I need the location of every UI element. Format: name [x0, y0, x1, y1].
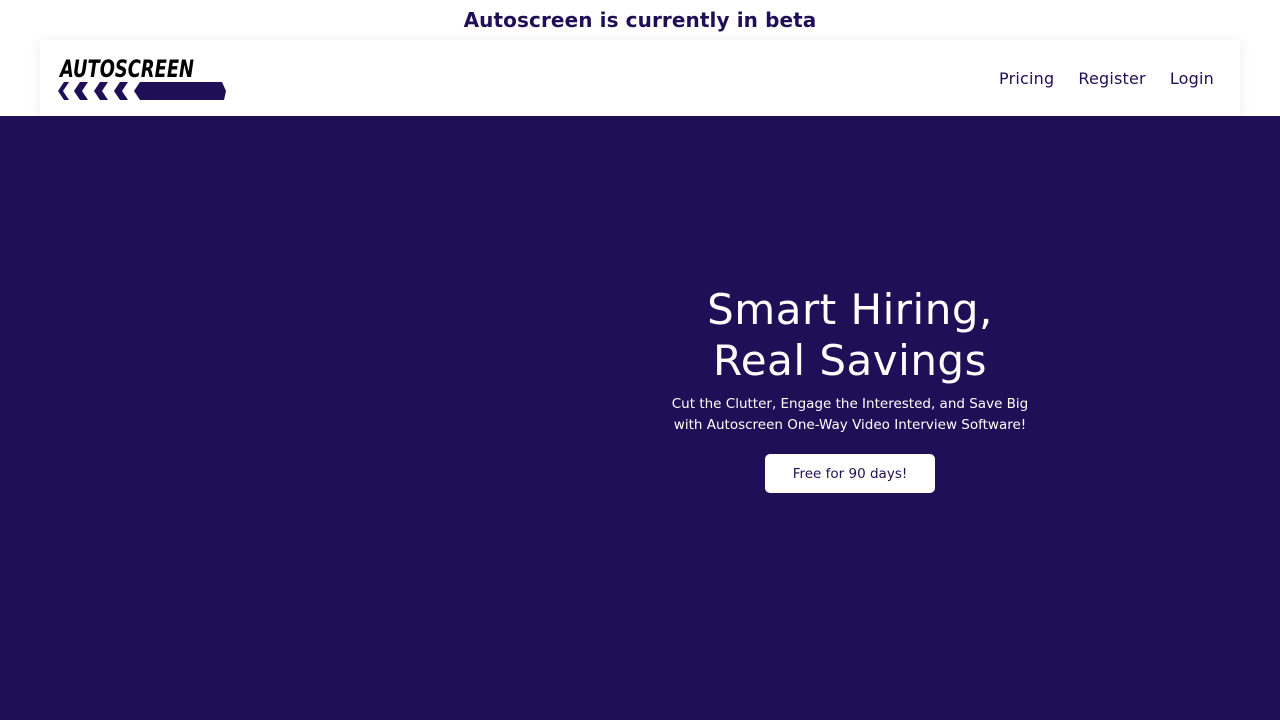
- hero-title-line-1: Smart Hiring,: [707, 285, 993, 334]
- beta-banner: Autoscreen is currently in beta: [0, 0, 1280, 40]
- main-nav: Pricing Register Login: [999, 69, 1214, 88]
- hero-title-line-2: Real Savings: [713, 336, 987, 385]
- beta-banner-text: Autoscreen is currently in beta: [463, 8, 817, 32]
- logo-link[interactable]: AUTOSCREEN: [56, 53, 228, 103]
- logo-chevron-bar: [58, 82, 226, 100]
- hero-content: Smart Hiring, Real Savings Cut the Clutt…: [640, 284, 1060, 493]
- nav-link-login[interactable]: Login: [1170, 69, 1214, 88]
- nav-link-pricing[interactable]: Pricing: [999, 69, 1054, 88]
- logo-wordmark: AUTOSCREEN: [59, 55, 194, 83]
- hero-title: Smart Hiring, Real Savings: [640, 284, 1060, 386]
- hero-section: Smart Hiring, Real Savings Cut the Clutt…: [0, 116, 1280, 720]
- free-trial-button[interactable]: Free for 90 days!: [765, 454, 935, 493]
- autoscreen-logo: AUTOSCREEN: [58, 55, 226, 100]
- navbar: AUTOSCREEN Pricing Register Login: [40, 40, 1240, 116]
- hero-subtitle-line-1: Cut the Clutter, Engage the Interested, …: [671, 396, 1029, 412]
- nav-link-register[interactable]: Register: [1078, 69, 1145, 88]
- hero-subtitle: Cut the Clutter, Engage the Interested, …: [640, 394, 1060, 436]
- hero-subtitle-line-2: with Autoscreen One-Way Video Interview …: [673, 417, 1027, 433]
